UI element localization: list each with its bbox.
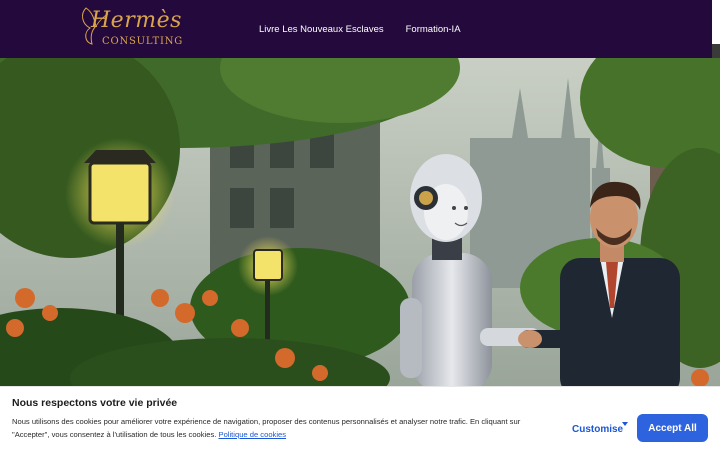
cookie-consent-banner: Nous respectons votre vie privée Nous ut…	[0, 386, 720, 450]
main-nav: Livre Les Nouveaux Esclaves Formation-IA	[259, 24, 461, 35]
hero-image	[0, 58, 720, 388]
robot-handshake-illustration	[0, 58, 720, 388]
logo-script-text: Hermès	[91, 8, 182, 33]
nav-link-formation-ia[interactable]: Formation-IA	[406, 24, 461, 35]
page-edge	[712, 0, 720, 44]
site-header: Hermès CONSULTING Livre Les Nouveaux Esc…	[0, 0, 712, 58]
cookie-policy-link[interactable]: Politique de cookies	[219, 430, 287, 439]
scrollbar-thumb[interactable]	[712, 44, 720, 58]
nav-link-livre[interactable]: Livre Les Nouveaux Esclaves	[259, 24, 384, 35]
hermes-consulting-logo[interactable]: Hermès CONSULTING	[78, 4, 182, 52]
caret-down-icon	[622, 422, 628, 426]
cookie-title: Nous respectons votre vie privée	[12, 397, 178, 409]
cookie-description: Nous utilisons des cookies pour améliore…	[12, 416, 552, 441]
logo-subtitle: CONSULTING	[102, 36, 184, 47]
accept-all-button[interactable]: Accept All	[637, 414, 708, 442]
customise-button[interactable]: Customise	[572, 424, 623, 435]
